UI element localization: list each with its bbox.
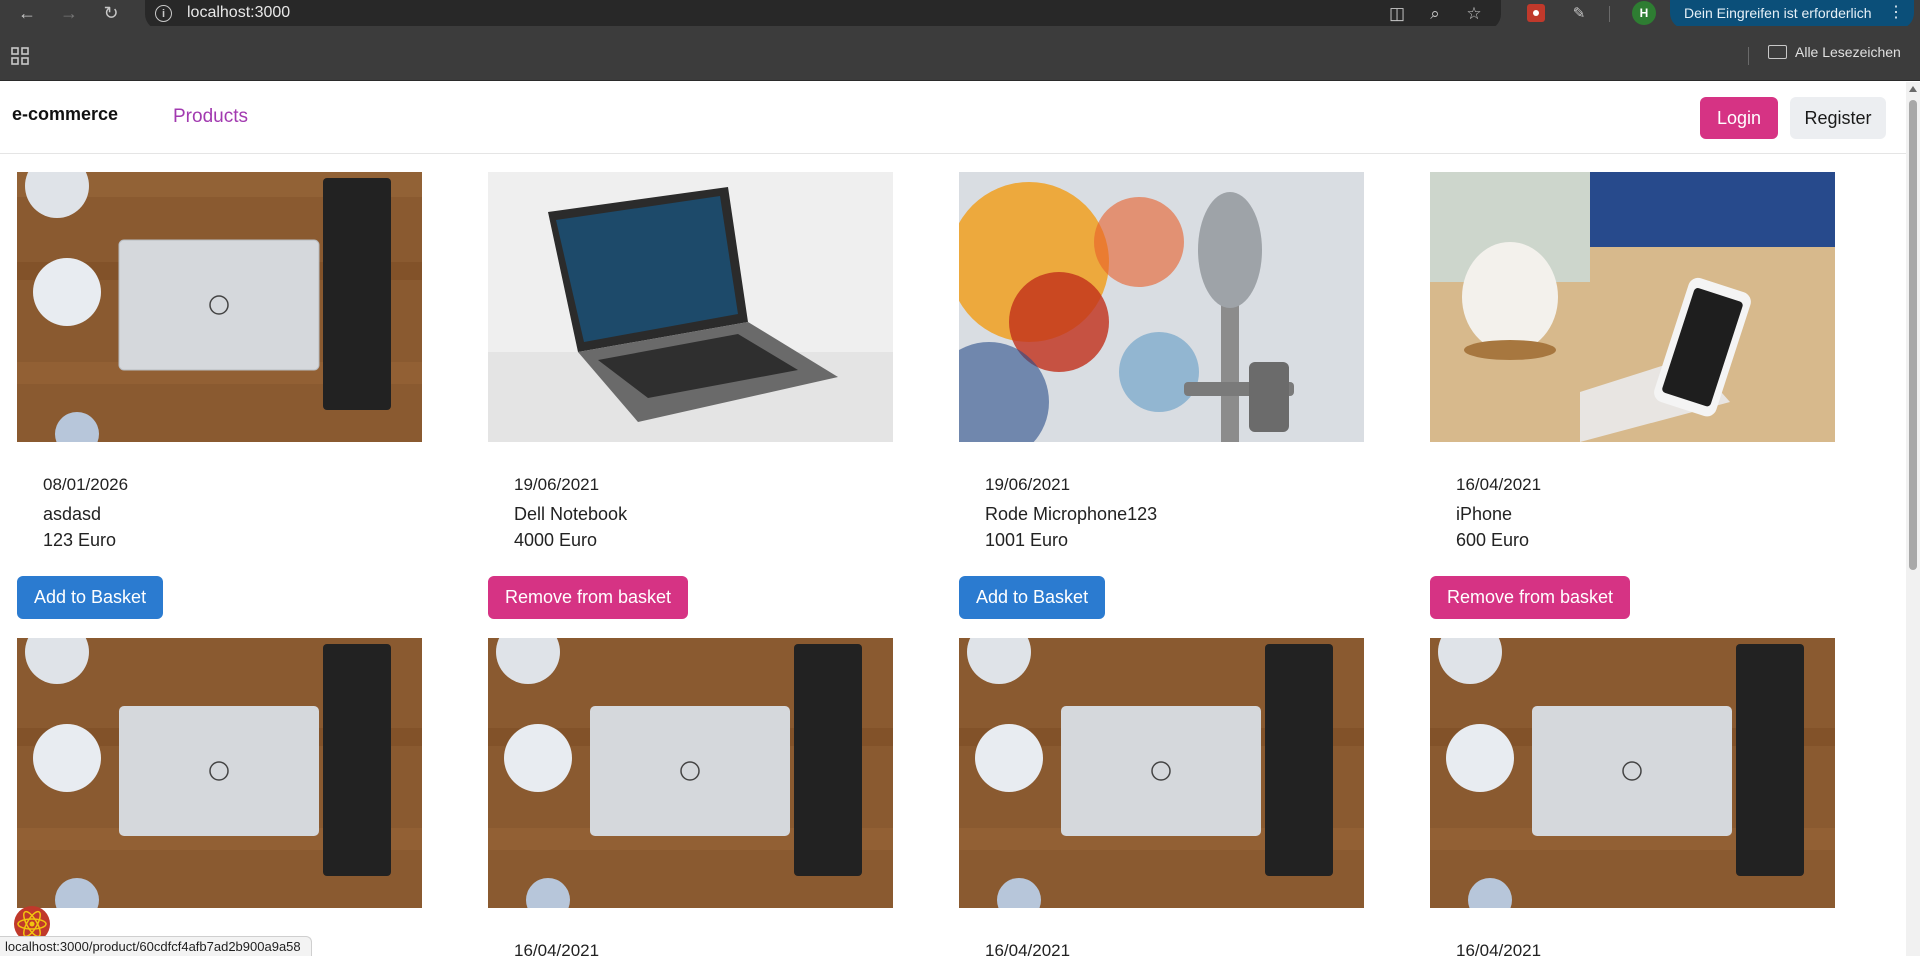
product-image[interactable] — [488, 638, 893, 908]
product-date: 19/06/2021 — [985, 475, 1071, 494]
product-date: 19/06/2021 — [514, 475, 600, 494]
add-to-basket-button[interactable]: Add to Basket — [959, 576, 1106, 619]
toolbar-divider — [1609, 6, 1610, 22]
bookmarks-divider — [1748, 47, 1749, 65]
page-viewport: e-commerce Products Login Register 08/01… — [0, 82, 1906, 956]
brand-logo[interactable]: e-commerce — [12, 104, 118, 125]
more-menu-icon[interactable]: ⋮ — [1888, 2, 1904, 22]
browser-toolbar: ← → ↻ i localhost:3000 ◫ ⌕ ☆ ✎ H Dein Ei… — [0, 0, 1920, 30]
back-icon[interactable]: ← — [12, 0, 42, 26]
extensions-puzzle-icon[interactable]: ✎ — [1566, 1, 1592, 25]
product-image[interactable] — [17, 172, 422, 442]
product-image[interactable] — [1430, 638, 1835, 908]
login-button[interactable]: Login — [1700, 97, 1778, 139]
status-bar-url: localhost:3000/product/60cdfcf4afb7ad2b9… — [0, 936, 312, 956]
scroll-up-icon[interactable] — [1909, 86, 1917, 92]
product-image[interactable] — [959, 638, 1364, 908]
bookmark-star-icon[interactable]: ☆ — [1462, 2, 1486, 26]
scroll-thumb[interactable] — [1909, 100, 1917, 570]
bookmarks-bar: Alle Lesezeichen — [0, 26, 1920, 81]
product-date: 08/01/2026 — [43, 475, 129, 494]
zoom-icon[interactable]: ⌕ — [1423, 2, 1447, 26]
install-app-icon[interactable]: ◫ — [1385, 2, 1409, 26]
product-image[interactable] — [1430, 172, 1835, 442]
all-bookmarks-button[interactable]: Alle Lesezeichen — [1768, 44, 1901, 60]
product-date: 16/04/2021 — [985, 941, 1071, 956]
reload-icon[interactable]: ↻ — [96, 0, 126, 26]
product-date: 16/04/2021 — [514, 941, 600, 956]
product-date: 16/04/2021 — [1456, 475, 1542, 494]
product-price: 4000 Euro — [514, 530, 598, 550]
product-name: Dell Notebook — [514, 504, 628, 524]
apps-grid-icon[interactable] — [10, 46, 34, 65]
all-bookmarks-label: Alle Lesezeichen — [1795, 44, 1901, 60]
add-to-basket-button[interactable]: Add to Basket — [17, 576, 164, 619]
site-info-icon[interactable]: i — [155, 5, 172, 22]
product-price: 600 Euro — [1456, 530, 1530, 550]
page-scrollbar[interactable] — [1906, 82, 1920, 956]
product-image[interactable] — [488, 172, 893, 442]
url-text[interactable]: localhost:3000 — [187, 4, 290, 22]
product-price: 1001 Euro — [985, 530, 1069, 550]
product-image[interactable] — [17, 638, 422, 908]
register-button[interactable]: Register — [1790, 97, 1886, 139]
folder-icon — [1768, 45, 1787, 59]
product-name: Rode Microphone123 — [985, 504, 1158, 524]
remove-from-basket-button[interactable]: Remove from basket — [1430, 576, 1631, 619]
update-notice-text: Dein Eingreifen ist erforderlich — [1684, 4, 1872, 21]
extension-react-icon[interactable] — [1523, 1, 1549, 25]
update-notice-button[interactable]: Dein Eingreifen ist erforderlich ⋮ — [1670, 0, 1914, 29]
product-name: asdasd — [43, 504, 102, 524]
product-date: 16/04/2021 — [1456, 941, 1542, 956]
product-name: iPhone — [1456, 504, 1513, 524]
site-navbar: e-commerce Products Login Register — [0, 82, 1906, 154]
remove-from-basket-button[interactable]: Remove from basket — [488, 576, 689, 619]
profile-avatar[interactable]: H — [1632, 1, 1656, 25]
product-image[interactable] — [959, 172, 1364, 442]
nav-link-products[interactable]: Products — [173, 106, 248, 128]
product-price: 123 Euro — [43, 530, 117, 550]
forward-icon[interactable]: → — [54, 0, 84, 26]
